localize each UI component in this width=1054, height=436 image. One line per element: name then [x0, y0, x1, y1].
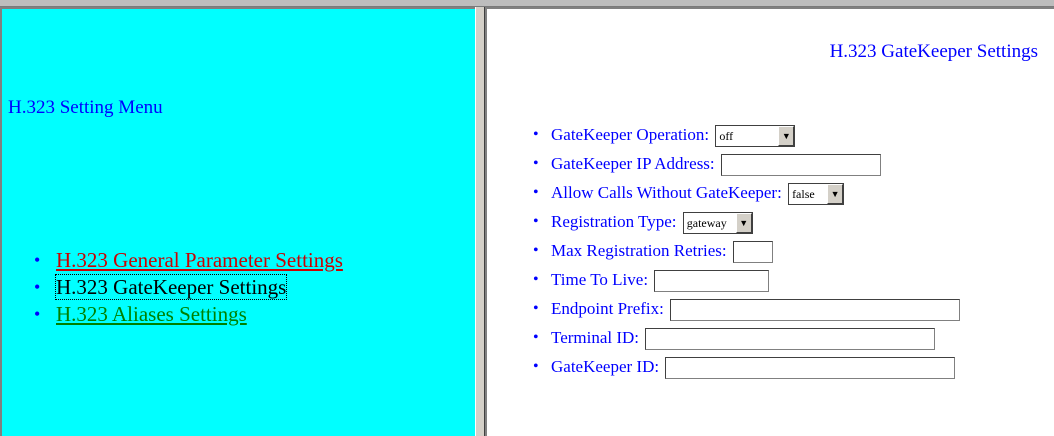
allow-calls-label: Allow Calls Without GateKeeper:: [551, 183, 782, 202]
field-allow-calls: Allow Calls Without GateKeeper: false ▼: [533, 178, 960, 207]
terminal-id-label: Terminal ID:: [551, 328, 640, 347]
field-gatekeeper-operation: GateKeeper Operation: off ▼: [533, 120, 960, 149]
window-top-edge: [0, 0, 1054, 7]
time-to-live-label: Time To Live:: [551, 270, 649, 289]
field-terminal-id: Terminal ID:: [533, 323, 960, 352]
gatekeeper-id-input[interactable]: [665, 357, 956, 380]
registration-type-label: Registration Type:: [551, 212, 677, 231]
chevron-down-icon[interactable]: ▼: [735, 213, 752, 234]
page-title: H.323 GateKeeper Settings: [829, 41, 1038, 62]
frame-splitter[interactable]: [475, 7, 485, 436]
gatekeeper-settings-link[interactable]: H.323 GateKeeper Settings: [54, 274, 288, 300]
registration-type-select[interactable]: gateway ▼: [682, 212, 753, 235]
settings-menu: H.323 General Parameter Settings H.323 G…: [34, 247, 343, 328]
content-frame: H.323 GateKeeper Settings GateKeeper Ope…: [485, 7, 1054, 436]
aliases-settings-link[interactable]: H.323 Aliases Settings: [56, 302, 247, 326]
chevron-down-icon[interactable]: ▼: [778, 126, 795, 147]
gatekeeper-operation-value: off: [719, 129, 734, 144]
field-registration-type: Registration Type: gateway ▼: [533, 207, 960, 236]
general-parameter-settings-link[interactable]: H.323 General Parameter Settings: [56, 248, 343, 272]
gatekeeper-operation-label: GateKeeper Operation:: [551, 125, 710, 144]
menu-item-aliases: H.323 Aliases Settings: [34, 301, 343, 328]
max-registration-retries-input[interactable]: [732, 241, 773, 264]
allow-calls-select[interactable]: false ▼: [788, 183, 845, 206]
gatekeeper-operation-select[interactable]: off ▼: [715, 125, 796, 148]
allow-calls-value: false: [792, 187, 815, 202]
terminal-id-input[interactable]: [645, 328, 936, 351]
menu-item-gatekeeper: H.323 GateKeeper Settings: [34, 274, 343, 301]
menu-title: H.323 Setting Menu: [8, 97, 163, 118]
endpoint-prefix-label: Endpoint Prefix:: [551, 299, 664, 318]
gatekeeper-ip-label: GateKeeper IP Address:: [551, 154, 715, 173]
gatekeeper-settings-form: GateKeeper Operation: off ▼ GateKeeper I…: [533, 120, 961, 381]
gatekeeper-id-label: GateKeeper ID:: [551, 357, 660, 376]
max-registration-retries-label: Max Registration Retries:: [551, 241, 727, 260]
field-gatekeeper-id: GateKeeper ID:: [533, 352, 960, 381]
field-max-registration-retries: Max Registration Retries:: [533, 236, 960, 265]
gatekeeper-ip-input[interactable]: [720, 154, 881, 177]
endpoint-prefix-input[interactable]: [670, 299, 961, 322]
chevron-down-icon[interactable]: ▼: [827, 184, 844, 205]
menu-frame: H.323 Setting Menu H.323 General Paramet…: [0, 7, 475, 436]
field-endpoint-prefix: Endpoint Prefix:: [533, 294, 961, 323]
registration-type-value: gateway: [686, 216, 727, 231]
time-to-live-input[interactable]: [654, 270, 770, 293]
field-gatekeeper-ip: GateKeeper IP Address:: [533, 149, 960, 178]
menu-item-general: H.323 General Parameter Settings: [34, 247, 343, 274]
field-time-to-live: Time To Live:: [533, 265, 960, 294]
